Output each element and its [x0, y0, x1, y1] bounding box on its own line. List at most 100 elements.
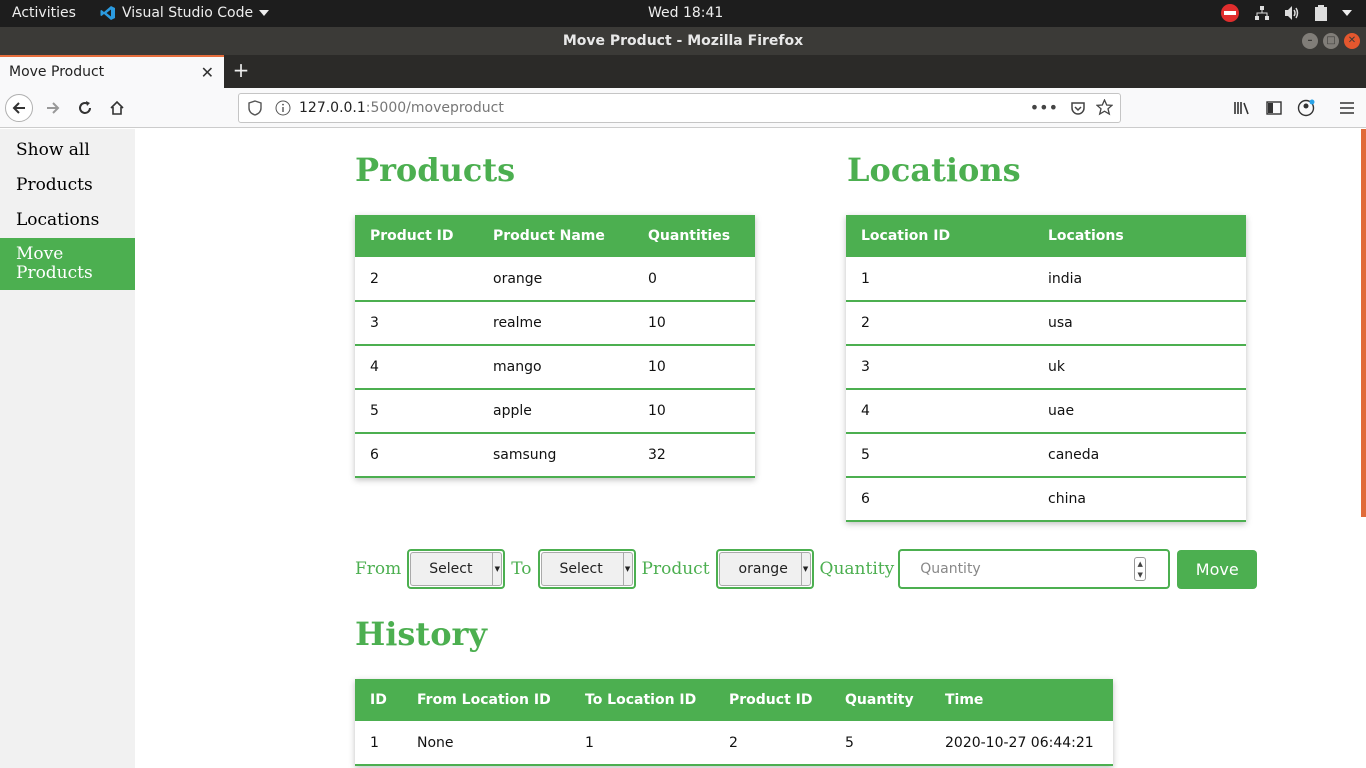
dropdown-arrow-icon: ▼: [800, 553, 810, 585]
close-window-button[interactable]: ✕: [1344, 33, 1360, 49]
reload-button[interactable]: [71, 94, 99, 122]
to-select[interactable]: Select ▼: [537, 549, 636, 589]
stepper-down-icon[interactable]: ▼: [1138, 571, 1143, 579]
shield-icon[interactable]: [248, 100, 262, 120]
battery-clipboard-icon[interactable]: [1314, 5, 1328, 21]
col-quantity: Quantity: [830, 679, 930, 721]
sidebar-item-show-all[interactable]: Show all: [0, 133, 135, 168]
col-product-id: Product ID: [714, 679, 830, 721]
window-title-bar: Move Product - Mozilla Firefox – □ ✕: [0, 27, 1366, 55]
network-icon[interactable]: [1254, 5, 1270, 21]
products-title: Products: [355, 151, 516, 189]
table-row: 6 samsung 32: [355, 433, 755, 478]
table-row: 1 india: [846, 257, 1246, 302]
quantity-input[interactable]: Quantity ▲ ▼: [898, 549, 1171, 589]
col-product-id: Product ID: [355, 215, 478, 257]
history-table: ID From Location ID To Location ID Produ…: [355, 679, 1113, 766]
info-icon[interactable]: [275, 100, 291, 120]
vscode-icon: [100, 5, 116, 21]
quantity-label: Quantity: [819, 559, 895, 579]
tab-move-product[interactable]: Move Product ✕: [0, 55, 224, 88]
system-menu-chevron-icon[interactable]: [1342, 9, 1352, 17]
product-select-value: orange: [738, 561, 788, 577]
hamburger-icon: [1340, 102, 1354, 114]
minimize-button[interactable]: –: [1302, 33, 1318, 49]
chevron-down-icon: [259, 5, 270, 21]
col-quantities: Quantities: [633, 215, 755, 257]
table-row: 3 uk: [846, 345, 1246, 390]
system-tray[interactable]: [1220, 3, 1352, 23]
app-menu[interactable]: Visual Studio Code: [100, 5, 270, 21]
url-bar[interactable]: 127.0.0.1:5000/moveproduct •••: [238, 93, 1121, 123]
sidebar-item-locations[interactable]: Locations: [0, 203, 135, 238]
from-select-value: Select: [429, 561, 473, 577]
clock[interactable]: Wed 18:41: [648, 5, 723, 21]
system-top-bar: Activities Visual Studio Code Wed 18:41: [0, 0, 1366, 27]
account-icon: [1297, 99, 1315, 117]
menu-button[interactable]: [1333, 94, 1361, 122]
arrow-left-icon: [12, 102, 25, 114]
col-from-location: From Location ID: [402, 679, 570, 721]
table-row: 4 mango 10: [355, 345, 755, 390]
dropdown-arrow-icon: ▼: [622, 553, 632, 585]
new-tab-button[interactable]: +: [230, 58, 252, 82]
from-select[interactable]: Select ▼: [407, 549, 506, 589]
col-time: Time: [930, 679, 1113, 721]
table-row: 3 realme 10: [355, 301, 755, 346]
library-icon: [1234, 102, 1249, 115]
page-sidebar: Show all Products Locations Move Product…: [0, 129, 135, 768]
bookmark-star-icon[interactable]: [1095, 98, 1114, 120]
locations-title: Locations: [847, 151, 1021, 189]
locations-table: Location ID Locations 1 india 2 usa 3 uk 4u…: [846, 215, 1246, 522]
product-select[interactable]: orange ▼: [715, 549, 814, 589]
quantity-placeholder: Quantity: [920, 561, 981, 577]
col-product-name: Product Name: [478, 215, 633, 257]
maximize-button[interactable]: □: [1323, 33, 1339, 49]
app-name: Visual Studio Code: [122, 5, 254, 21]
from-label: From: [355, 559, 402, 579]
products-table: Product ID Product Name Quantities 2 oran…: [355, 215, 755, 478]
sidebar-item-products[interactable]: Products: [0, 168, 135, 203]
volume-icon[interactable]: [1284, 5, 1300, 21]
quantity-stepper[interactable]: ▲ ▼: [1134, 557, 1147, 581]
home-button[interactable]: [103, 94, 131, 122]
account-button[interactable]: [1292, 94, 1320, 122]
sidebar-icon: [1266, 101, 1282, 115]
to-select-value: Select: [559, 561, 603, 577]
navigation-toolbar: 127.0.0.1:5000/moveproduct •••: [0, 88, 1366, 128]
activities-button[interactable]: Activities: [12, 5, 76, 21]
move-form: From Select ▼ To Select ▼ Product orange…: [355, 549, 1258, 589]
main-content: Products Product ID Product Name Quantit…: [135, 129, 1361, 768]
url-host: 127.0.0.1: [299, 100, 366, 116]
table-row: 2 usa: [846, 301, 1246, 346]
product-label: Product: [641, 559, 710, 579]
back-button[interactable]: [5, 94, 33, 122]
do-not-disturb-icon[interactable]: [1220, 3, 1240, 23]
tab-bar: Move Product ✕ +: [0, 55, 1366, 88]
col-location-id: Location ID: [846, 215, 1033, 257]
table-row: 1 None 1 2 5 2020-10-27 06:44:21: [355, 721, 1113, 766]
sidebar-toggle-button[interactable]: [1260, 94, 1288, 122]
reload-icon: [79, 101, 91, 114]
dropdown-arrow-icon: ▼: [492, 553, 501, 585]
page-actions-icon[interactable]: •••: [1030, 98, 1058, 117]
tab-title: Move Product: [9, 64, 105, 80]
table-row: 6 china: [846, 477, 1246, 522]
library-button[interactable]: [1228, 94, 1256, 122]
home-icon: [110, 100, 124, 115]
url-text[interactable]: 127.0.0.1:5000/moveproduct: [299, 100, 504, 116]
stepper-up-icon[interactable]: ▲: [1138, 560, 1143, 568]
col-locations: Locations: [1033, 215, 1246, 257]
table-row: 2 orange 0: [355, 257, 755, 302]
forward-button[interactable]: [39, 94, 67, 122]
to-label: To: [511, 559, 532, 579]
scrollbar[interactable]: [1361, 129, 1366, 517]
pocket-icon[interactable]: [1070, 100, 1086, 120]
window-title: Move Product - Mozilla Firefox: [562, 33, 804, 49]
table-row: 5 apple 10: [355, 389, 755, 434]
move-button[interactable]: Move: [1177, 549, 1258, 589]
col-history-id: ID: [355, 679, 402, 721]
close-tab-icon[interactable]: ✕: [201, 63, 214, 82]
sidebar-item-move-products[interactable]: Move Products: [0, 238, 135, 290]
history-title: History: [355, 615, 487, 653]
